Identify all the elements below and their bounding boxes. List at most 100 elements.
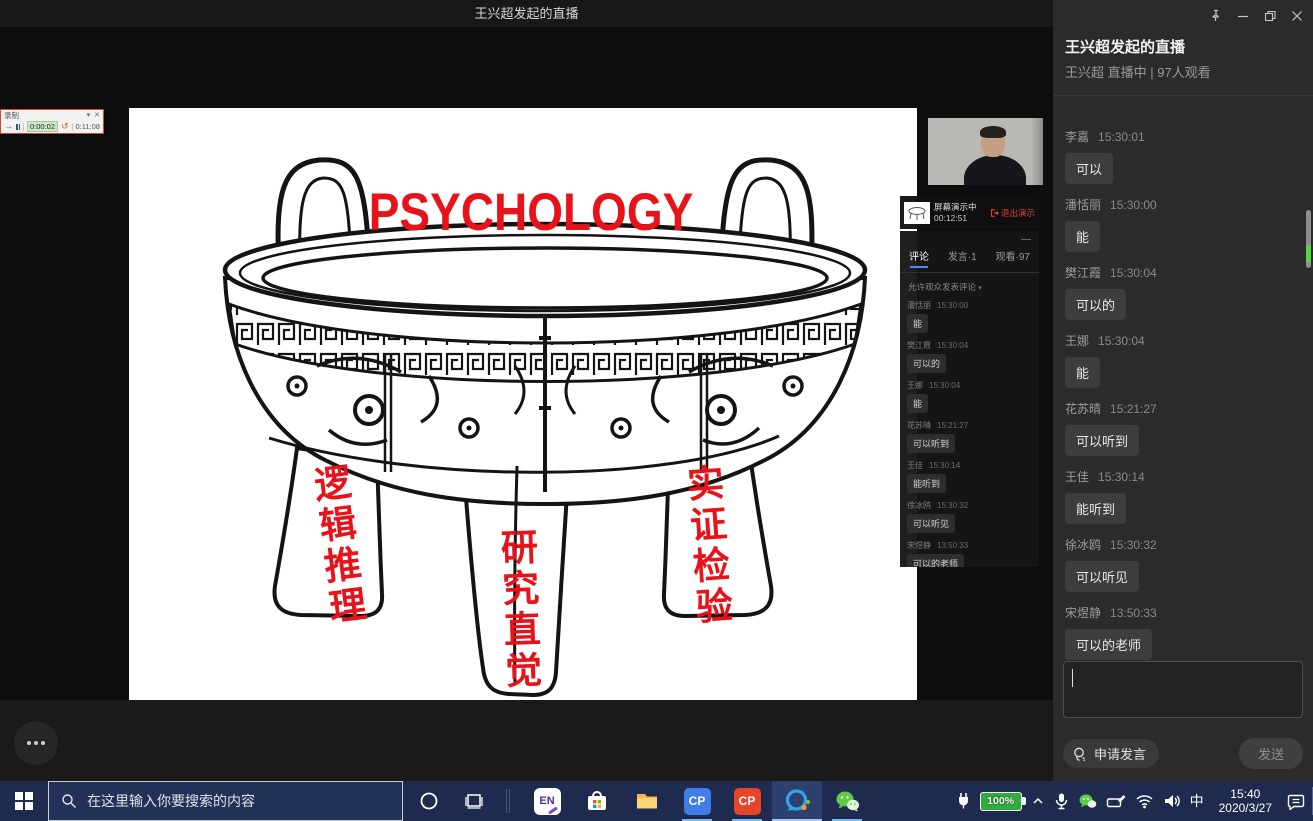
chat-input[interactable] xyxy=(1063,661,1303,718)
new-message-indicator xyxy=(1306,245,1311,262)
volume-icon[interactable] xyxy=(1163,793,1181,809)
chat-author: 樊江霞 xyxy=(907,341,931,350)
table-row: 潘恬丽15:30:00 能 xyxy=(1065,196,1295,252)
slide-leg-label-middle: 研究直觉 xyxy=(495,527,543,692)
endnote-icon: EN xyxy=(534,788,561,815)
comment-panel: — 评论 发言·1 观看·97 允许观众发表评论 ▾ 潘恬丽15:30:00 能 xyxy=(900,231,1039,567)
action-center-icon[interactable] xyxy=(1287,793,1305,810)
cp-red-icon: CP xyxy=(734,788,761,815)
table-row: 王娜15:30:04 能 xyxy=(1065,332,1295,388)
recorder-play-icon[interactable]: → xyxy=(4,122,13,131)
tab-speakers[interactable]: 发言·1 xyxy=(948,248,977,263)
taskbar-app-store[interactable] xyxy=(572,781,622,821)
chat-author: 王佳 xyxy=(907,461,923,470)
tab-comments[interactable]: 评论 xyxy=(909,248,929,263)
search-icon xyxy=(61,793,77,809)
recorder-total-time: 0:11:08 xyxy=(76,122,100,131)
recording-title: 录制 xyxy=(4,110,19,121)
taskbar-app-file-explorer[interactable] xyxy=(622,781,672,821)
taskbar-app-cp-red[interactable]: CP xyxy=(722,781,772,821)
chat-bubble: 可以的老师 xyxy=(907,554,964,567)
chat-bubble: 能 xyxy=(907,314,928,333)
chat-bubble: 能听到 xyxy=(907,474,946,493)
wifi-icon[interactable] xyxy=(1135,794,1154,809)
chat-author: 李嘉 xyxy=(1065,130,1089,144)
ding-vessel-illustration: PSYCHOLOGY 逻辑推理 研究直觉 实证检验 xyxy=(129,108,917,700)
recorder-replay-icon[interactable]: ↺ xyxy=(61,122,69,131)
exit-presentation-button[interactable]: 退出演示 xyxy=(989,207,1035,219)
clock-date: 2020/3/27 xyxy=(1219,801,1272,815)
request-to-speak-button[interactable]: 申请发言 xyxy=(1063,739,1159,768)
chat-timestamp: 15:30:04 xyxy=(929,381,960,390)
ime-indicator[interactable]: 中 xyxy=(1190,791,1204,811)
share-status-text: 屏幕演示中 xyxy=(934,202,977,213)
chevron-down-icon: ▾ xyxy=(978,285,982,292)
chat-timestamp: 15:30:04 xyxy=(1098,334,1145,348)
stage-title: 王兴超发起的直播 xyxy=(0,0,1053,27)
chat-bubble: 可以的老师 xyxy=(1065,629,1152,660)
taskbar-search[interactable] xyxy=(48,781,403,821)
chat-timestamp: 15:30:14 xyxy=(1098,470,1145,484)
recorder-dropdown-icon[interactable]: ▾ xyxy=(87,111,91,119)
send-button[interactable]: 发送 xyxy=(1239,738,1303,769)
presentation-slide: PSYCHOLOGY 逻辑推理 研究直觉 实证检验 xyxy=(129,108,917,700)
close-icon[interactable] xyxy=(1291,10,1303,22)
wechat-tray-icon[interactable] xyxy=(1078,793,1097,810)
chat-author: 樊江霞 xyxy=(1065,266,1101,280)
window-controls xyxy=(1209,9,1303,22)
more-options-button[interactable] xyxy=(14,721,58,765)
chat-author: 王娜 xyxy=(1065,334,1089,348)
list-item: 徐冰鸥15:30:32 可以听见 xyxy=(907,500,1032,533)
presenter-hair xyxy=(980,126,1006,138)
chat-message-list: 李嘉15:30:01 可以 潘恬丽15:30:00 能 樊江霞15:30:04 … xyxy=(1065,128,1295,660)
chat-author: 花苏晴 xyxy=(1065,402,1101,416)
file-explorer-icon xyxy=(634,788,660,814)
cortana-button[interactable] xyxy=(408,781,450,821)
start-button[interactable] xyxy=(0,781,48,821)
presenter-overlay: 屏幕演示中 00:12:51 退出演示 — 评论 发言·1 观看·97 xyxy=(900,196,1039,567)
chat-timestamp: 15:21:27 xyxy=(937,421,968,430)
cortana-icon xyxy=(419,791,439,811)
recorder-close-icon[interactable]: ✕ xyxy=(94,111,100,119)
pin-icon[interactable] xyxy=(1209,9,1222,22)
share-preview-thumbnail xyxy=(904,202,930,224)
task-view-button[interactable] xyxy=(453,781,495,821)
comment-permission-dropdown[interactable]: 允许观众发表评论 ▾ xyxy=(907,273,1032,300)
screen-share-bar: 屏幕演示中 00:12:51 退出演示 xyxy=(900,196,1039,229)
taskbar-app-cp-blue[interactable]: CP xyxy=(672,781,722,821)
taskbar-app-wechat[interactable] xyxy=(822,781,872,821)
recording-toolbar: 录制 ▾ ✕ → 0:00:02 ↺ 0:11:08 xyxy=(0,109,104,134)
presenter-webcam xyxy=(928,118,1043,185)
restore-icon[interactable] xyxy=(1264,10,1276,22)
taskbar-app-endnote[interactable]: EN xyxy=(522,781,572,821)
chat-timestamp: 15:30:32 xyxy=(937,501,968,510)
divider xyxy=(1053,95,1313,96)
list-item: 樊江霞15:30:04 可以的 xyxy=(907,340,1032,373)
live-stage: 王兴超发起的直播 xyxy=(0,0,1053,781)
minimize-icon[interactable] xyxy=(1237,10,1249,22)
chat-author: 潘恬丽 xyxy=(907,301,931,310)
taskbar-clock[interactable]: 15:40 2020/3/27 xyxy=(1213,787,1278,815)
panel-message-list: 潘恬丽15:30:00 能 樊江霞15:30:04 可以的 王娜15:30:04… xyxy=(907,300,1032,567)
battery-indicator[interactable]: 100% xyxy=(980,792,1022,811)
search-input[interactable] xyxy=(87,793,390,809)
table-row: 樊江霞15:30:04 可以的 xyxy=(1065,264,1295,320)
live-status: 王兴超 直播中 | 97人观看 xyxy=(1065,62,1211,81)
tray-expand-icon[interactable] xyxy=(1031,794,1045,808)
panel-collapse-icon[interactable]: — xyxy=(1021,234,1031,245)
recorder-pause-icon[interactable] xyxy=(16,124,20,130)
taskbar-app-live-classroom[interactable] xyxy=(772,781,822,821)
power-plug-icon[interactable] xyxy=(956,792,971,810)
microphone-icon[interactable] xyxy=(1054,792,1069,810)
sidebar-actions: 申请发言 发送 xyxy=(1063,738,1303,769)
chat-author: 潘恬丽 xyxy=(1065,198,1101,212)
chat-bubble: 可以听见 xyxy=(1065,561,1139,592)
taskbar-separator xyxy=(506,789,507,813)
chat-timestamp: 15:21:27 xyxy=(1110,402,1157,416)
text-caret xyxy=(1072,669,1073,687)
chat-scrollbar[interactable] xyxy=(1306,210,1311,268)
chat-bubble: 能 xyxy=(1065,221,1100,252)
tab-viewers[interactable]: 观看·97 xyxy=(996,248,1030,263)
pen-device-icon[interactable] xyxy=(1106,793,1126,809)
recorder-elapsed-time: 0:00:02 xyxy=(27,121,58,132)
